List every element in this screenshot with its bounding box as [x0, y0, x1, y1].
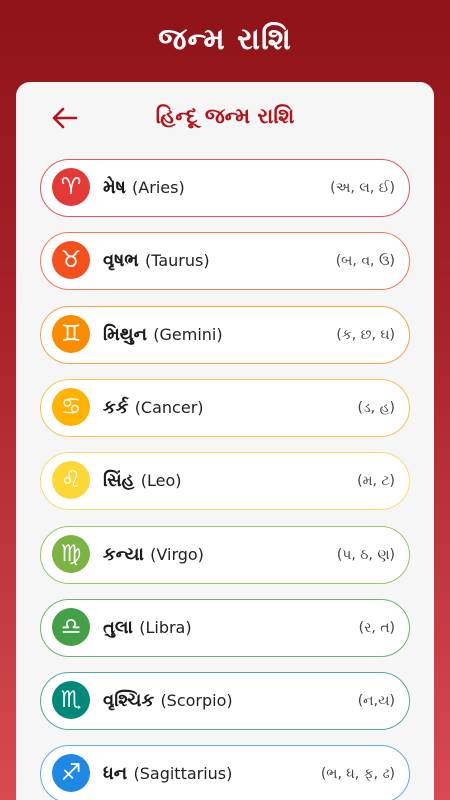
rashi-name: મેષ (Aries) — [103, 177, 185, 198]
rashi-letters: (પ, ઠ, ણ) — [336, 546, 395, 563]
rashi-english-name: (Sagittarius) — [133, 764, 233, 784]
rashi-gujarati-name: ધન — [103, 763, 134, 785]
rashi-english-name: (Leo) — [140, 471, 182, 491]
rashi-name: સિંહ (Leo) — [103, 470, 181, 491]
rashi-name: કર્ક (Cancer) — [103, 397, 204, 418]
zodiac-virgo-icon: ♍ — [52, 534, 90, 573]
rashi-item[interactable]: ♏ વૃશ્ચિક (Scorpio) (ન,ય) — [40, 672, 410, 731]
rashi-name: વૃશ્ચિક (Scorpio) — [103, 690, 233, 711]
rashi-item[interactable]: ♉ વૃષભ (Taurus) (બ, વ, ઉ) — [40, 232, 410, 291]
card-title: હિન્દૂ જન્મ રાશિ — [155, 104, 295, 128]
rashi-name: ધન (Sagittarius) — [103, 763, 232, 784]
rashi-gujarati-name: વૃશ્ચિક — [103, 690, 161, 712]
rashi-letters: (ન,ય) — [357, 693, 395, 710]
zodiac-aries-icon: ♈ — [52, 168, 90, 206]
rashi-name: કન્યા (Virgo) — [103, 544, 204, 565]
rashi-english-name: (Taurus) — [144, 251, 210, 271]
rashi-letters: (મ, ટ) — [357, 473, 395, 490]
rashi-item[interactable]: ♎ તુલા (Libra) (ર, ત) — [40, 598, 410, 657]
rashi-gujarati-name: મેષ — [103, 177, 133, 198]
rashi-letters: (અ, લ, ઈ) — [330, 180, 395, 196]
rashi-letters: (ર, ત) — [358, 619, 395, 636]
rashi-name: વૃષભ (Taurus) — [103, 250, 210, 271]
rashi-english-name: (Gemini) — [153, 324, 223, 344]
zodiac-libra-icon: ♎ — [52, 607, 90, 646]
rashi-gujarati-name: મિથુન — [103, 323, 154, 345]
zodiac-cancer-icon: ♋ — [52, 387, 90, 426]
rashi-gujarati-name: કન્યા — [103, 543, 151, 565]
rashi-gujarati-name: તુલા — [103, 616, 140, 638]
rashi-item[interactable]: ♌ સિંહ (Leo) (મ, ટ) — [40, 452, 410, 511]
app-title: જન્મ રાશિ — [158, 22, 292, 57]
rashi-name: તુલા (Libra) — [103, 617, 192, 638]
rashi-letters: (ડ, હ) — [357, 399, 395, 416]
zodiac-sagittarius-icon: ♐ — [52, 754, 90, 793]
rashi-gujarati-name: સિંહ — [103, 470, 141, 492]
rashi-gujarati-name: વૃષભ — [103, 250, 145, 272]
rashi-english-name: (Libra) — [139, 617, 192, 637]
rashi-gujarati-name: કર્ક — [103, 396, 135, 418]
rashi-item[interactable]: ♋ કર્ક (Cancer) (ડ, હ) — [40, 378, 410, 437]
rashi-english-name: (Aries) — [132, 178, 185, 197]
rashi-item[interactable]: ♈ મેષ (Aries) (અ, લ, ઈ) — [40, 159, 410, 217]
rashi-item[interactable]: ♐ ધન (Sagittarius) (ભ, ધ, ફ, ઢ) — [40, 745, 410, 800]
rashi-card: હિન્દૂ જન્મ રાશિ ♈ મેષ (Aries) (અ, લ, ઈ) ♉ વ… — [16, 82, 434, 800]
rashi-letters: (બ, વ, ઉ) — [335, 253, 395, 270]
rashi-item[interactable]: ♍ કન્યા (Virgo) (પ, ઠ, ણ) — [40, 525, 410, 584]
rashi-letters: (ભ, ધ, ફ, ઢ) — [320, 766, 395, 783]
zodiac-leo-icon: ♌ — [52, 461, 90, 500]
rashi-name: મિથુન (Gemini) — [103, 324, 223, 345]
zodiac-gemini-icon: ♊ — [52, 314, 90, 353]
zodiac-taurus-icon: ♉ — [52, 241, 90, 280]
zodiac-scorpio-icon: ♏ — [52, 681, 90, 720]
rashi-english-name: (Virgo) — [150, 544, 204, 564]
rashi-letters: (ક, છ, ઘ) — [336, 326, 395, 343]
card-header: હિન્દૂ જન્મ રાશિ — [16, 100, 434, 136]
rashi-english-name: (Cancer) — [134, 397, 204, 417]
rashi-item[interactable]: ♊ મિથુન (Gemini) (ક, છ, ઘ) — [40, 305, 410, 364]
rashi-english-name: (Scorpio) — [160, 691, 233, 711]
